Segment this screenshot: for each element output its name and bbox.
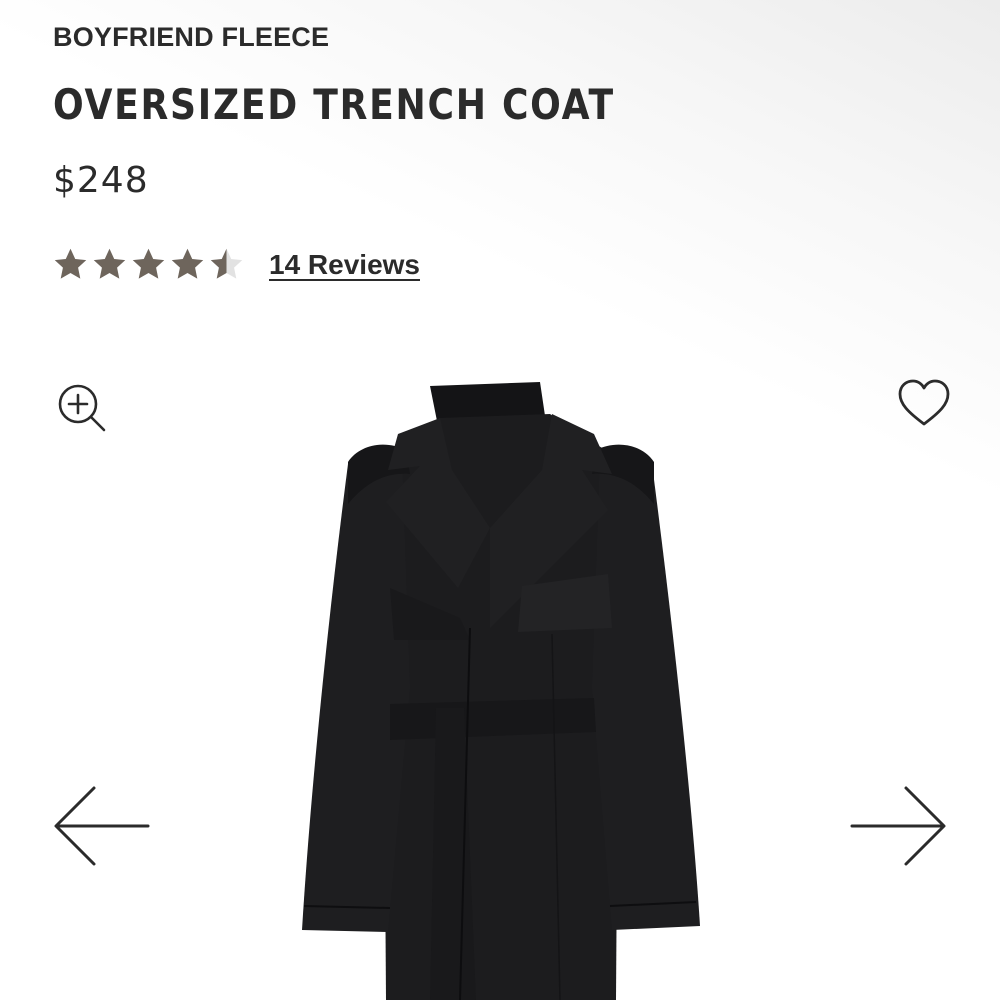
star-fill bbox=[93, 248, 126, 279]
star-rating bbox=[52, 246, 245, 283]
rating-row: 14 Reviews bbox=[52, 246, 420, 283]
next-image-button[interactable] bbox=[846, 782, 950, 870]
product-image[interactable] bbox=[290, 378, 710, 1000]
star-icon bbox=[54, 248, 87, 279]
star-fill bbox=[132, 248, 165, 279]
arrow-right-icon bbox=[850, 786, 946, 866]
heart-icon bbox=[898, 379, 950, 426]
star-icon bbox=[132, 248, 165, 279]
reviews-link[interactable]: 14 Reviews bbox=[269, 249, 420, 281]
arrow-left-icon bbox=[54, 786, 150, 866]
star-icon bbox=[171, 248, 204, 279]
product-title: OVERSIZED TRENCH COAT bbox=[53, 80, 615, 129]
collection-name: BOYFRIEND FLEECE bbox=[53, 22, 330, 52]
previous-image-button[interactable] bbox=[50, 782, 154, 870]
star-fill bbox=[171, 248, 204, 279]
wishlist-button[interactable] bbox=[896, 378, 952, 430]
zoom-button[interactable] bbox=[54, 380, 110, 436]
zoom-in-icon bbox=[58, 384, 106, 432]
coat-left-sleeve bbox=[302, 449, 410, 932]
star-icon bbox=[210, 248, 243, 279]
coat-right-sleeve bbox=[592, 449, 700, 930]
star-fill bbox=[54, 248, 87, 279]
product-page: BOYFRIEND FLEECE OVERSIZED TRENCH COAT $… bbox=[0, 0, 1000, 1000]
star-icon bbox=[93, 248, 126, 279]
product-price: $248 bbox=[53, 160, 149, 201]
